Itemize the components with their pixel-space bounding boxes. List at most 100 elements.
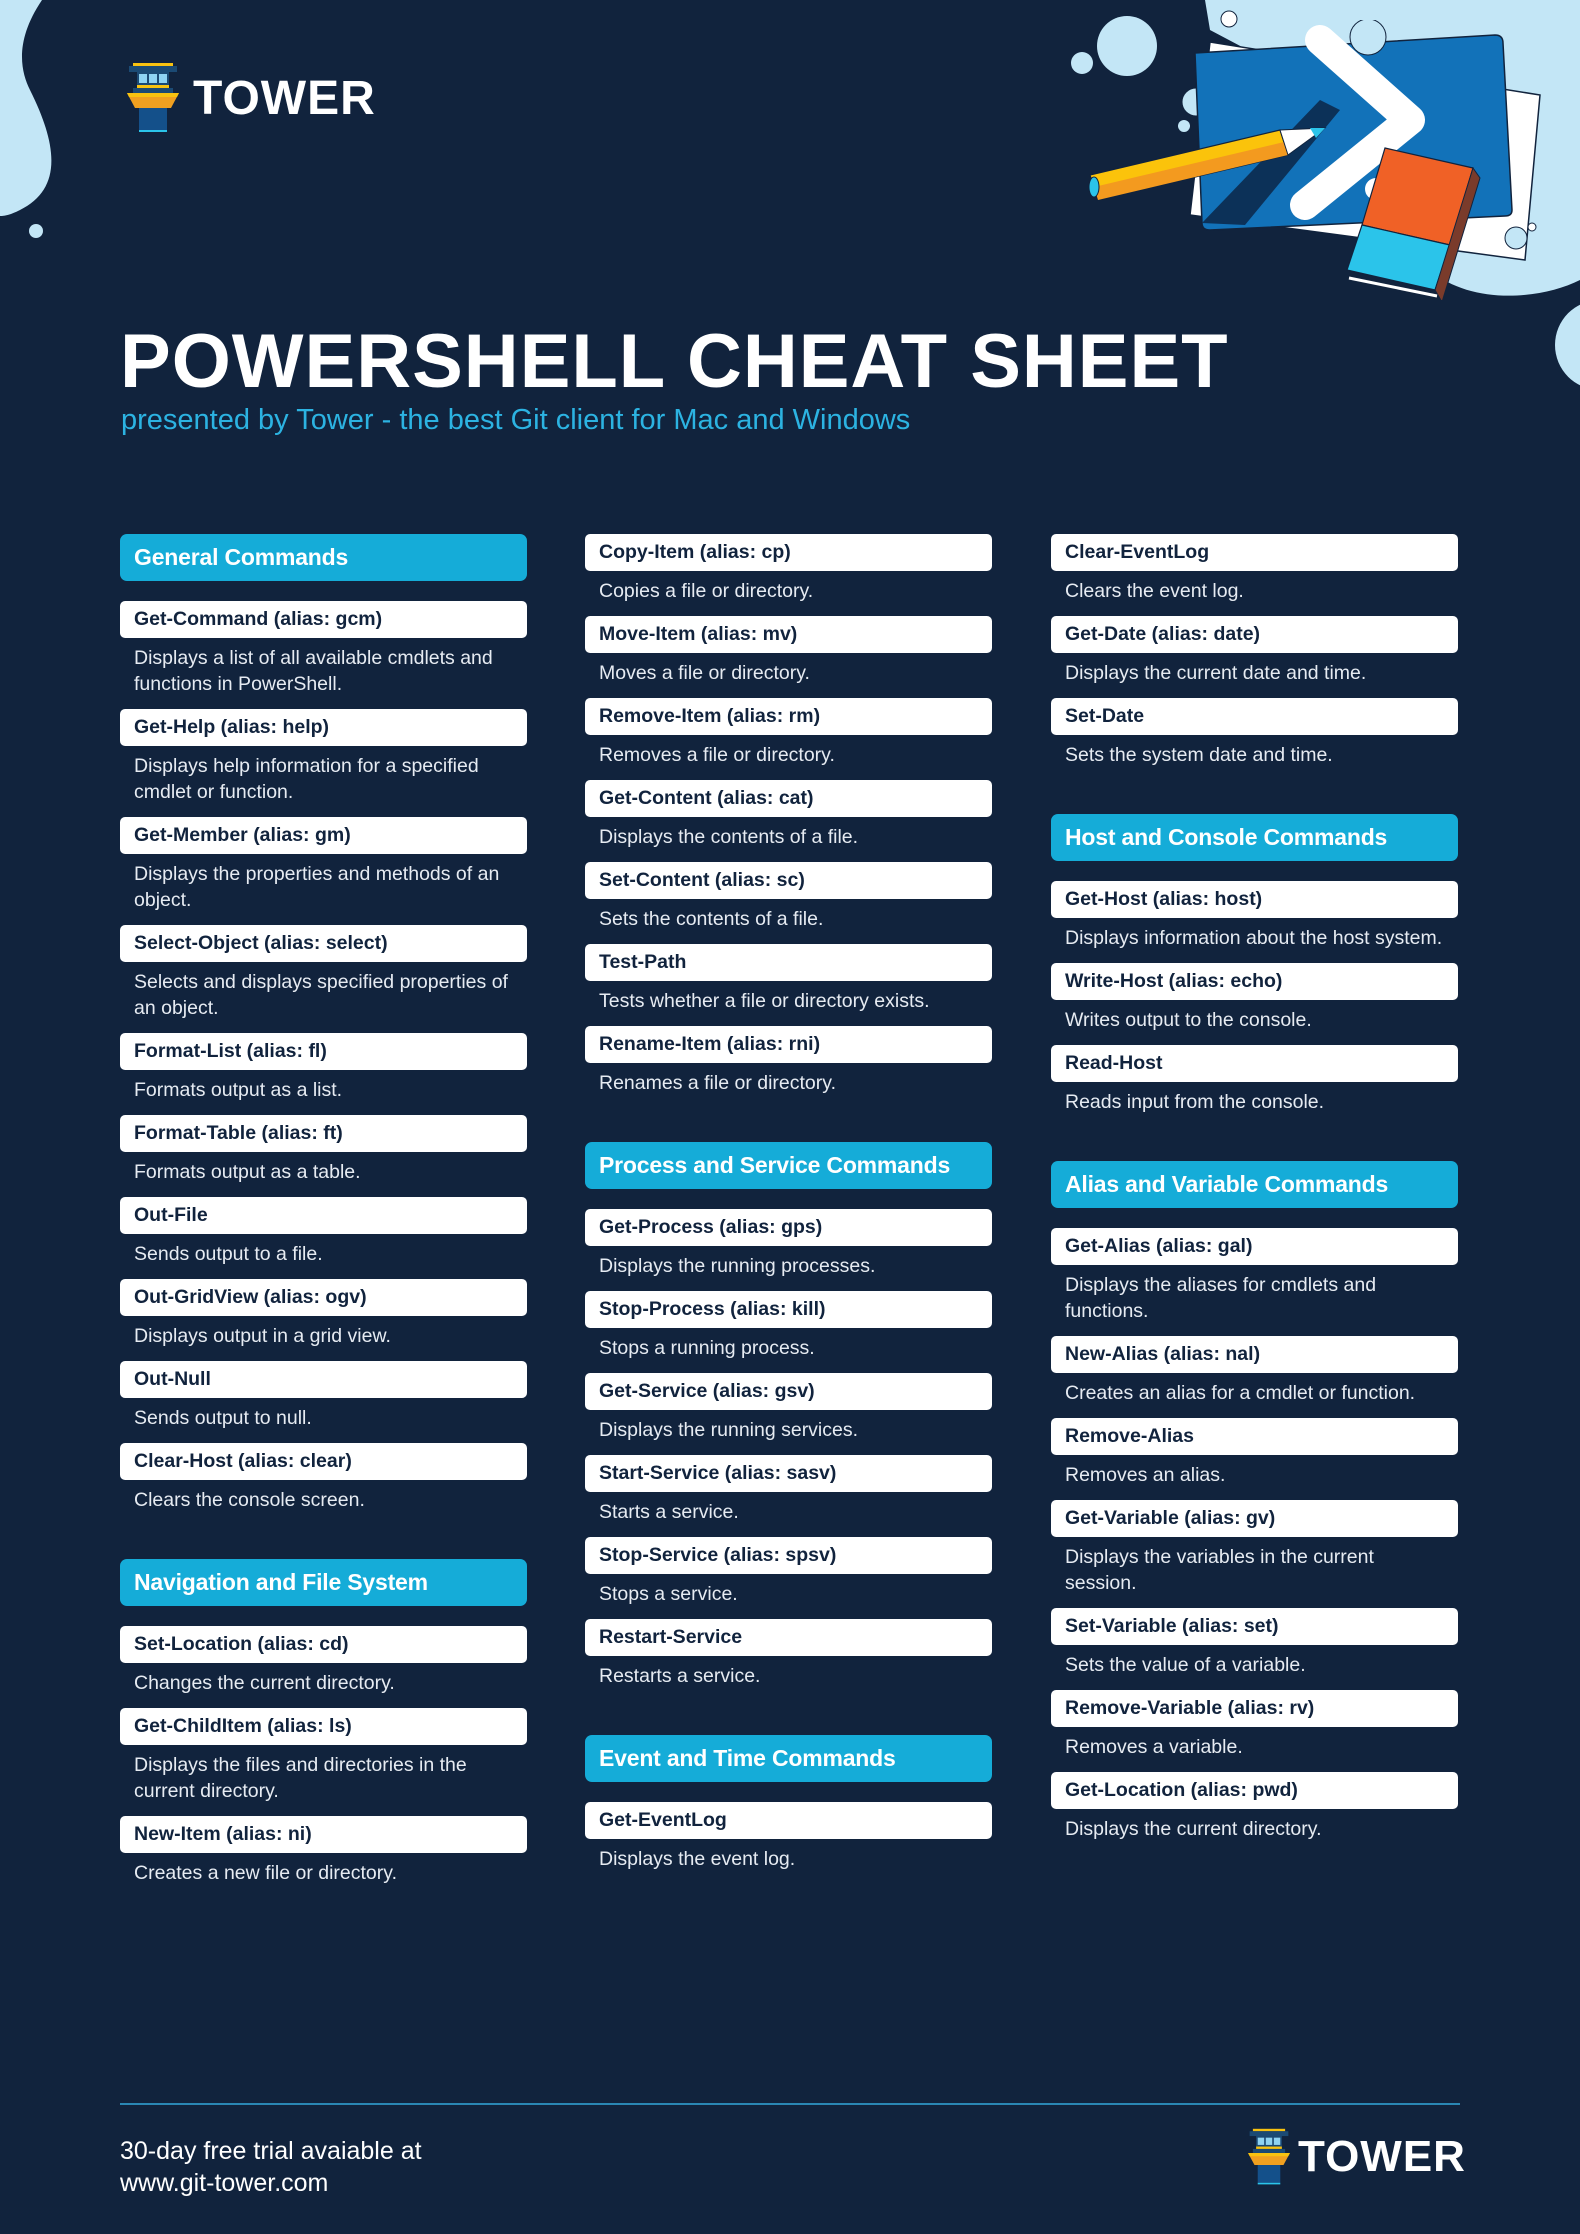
- command-name: Out-GridView (alias: ogv): [120, 1279, 527, 1316]
- command-item: Stop-Process (alias: kill) Stops a runnin…: [585, 1291, 992, 1373]
- section-host-console-commands: Host and Console Commands Get-Host (alia…: [1051, 814, 1458, 1127]
- tower-logo-footer[interactable]: TOWER: [1248, 2128, 1466, 2186]
- command-description: Displays the properties and methods of a…: [134, 863, 500, 911]
- command-name: Remove-Item (alias: rm): [585, 698, 992, 735]
- section-header: Alias and Variable Commands: [1051, 1161, 1458, 1208]
- command-item: Select-Object (alias: select) Selects and…: [120, 925, 527, 1033]
- footer-website-link[interactable]: www.git-tower.com: [120, 2167, 422, 2199]
- command-name: Get-Location (alias: pwd): [1051, 1772, 1458, 1809]
- command-item: Get-Content (alias: cat) Displays the con…: [585, 780, 992, 862]
- section-alias-variable-commands: Alias and Variable Commands Get-Alias (a…: [1051, 1161, 1458, 1854]
- command-description: Sets the value of a variable.: [1065, 1654, 1306, 1676]
- command-description: Displays the running services.: [599, 1419, 859, 1441]
- command-description: Sends output to null.: [134, 1407, 312, 1429]
- command-item: Remove-Variable (alias: rv) Removes a var…: [1051, 1690, 1458, 1772]
- command-item: Format-Table (alias: ft) Formats output a…: [120, 1115, 527, 1197]
- command-name: Get-Member (alias: gm): [120, 817, 527, 854]
- column-2: Copy-Item (alias: cp) Copies a file or di…: [585, 534, 992, 1918]
- command-item: Set-Content (alias: sc) Sets the contents…: [585, 862, 992, 944]
- command-description: Starts a service.: [599, 1501, 739, 1523]
- command-item: Get-Service (alias: gsv) Displays the run…: [585, 1373, 992, 1455]
- command-item: Out-File Sends output to a file.: [120, 1197, 527, 1279]
- command-description: Displays information about the host syst…: [1065, 927, 1443, 949]
- command-name: Move-Item (alias: mv): [585, 616, 992, 653]
- command-item: Get-Location (alias: pwd) Displays the cu…: [1051, 1772, 1458, 1854]
- command-description: Formats output as a table.: [134, 1161, 361, 1183]
- section-header: Event and Time Commands: [585, 1735, 992, 1782]
- command-item: Get-ChildItem (alias: ls) Displays the fi…: [120, 1708, 527, 1816]
- command-description: Reads input from the console.: [1065, 1091, 1325, 1113]
- command-description: Displays the aliases for cmdlets and fun…: [1065, 1274, 1377, 1322]
- right-edge-circle-shape: [1555, 304, 1580, 386]
- command-description: Changes the current directory.: [134, 1672, 395, 1694]
- command-description: Removes a file or directory.: [599, 744, 835, 766]
- command-name: Get-Content (alias: cat): [585, 780, 992, 817]
- command-description: Creates an alias for a cmdlet or functio…: [1065, 1382, 1416, 1404]
- command-item: Write-Host (alias: echo) Writes output to…: [1051, 963, 1458, 1045]
- command-description: Displays the running processes.: [599, 1255, 876, 1277]
- command-name: Start-Service (alias: sasv): [585, 1455, 992, 1492]
- command-description: Moves a file or directory.: [599, 662, 810, 684]
- command-name: Select-Object (alias: select): [120, 925, 527, 962]
- footer-trial-line: 30-day free trial avaiable at: [120, 2137, 422, 2165]
- command-description: Removes an alias.: [1065, 1464, 1226, 1486]
- command-name: Restart-Service: [585, 1619, 992, 1656]
- command-name: New-Alias (alias: nal): [1051, 1336, 1458, 1373]
- command-name: Get-Command (alias: gcm): [120, 601, 527, 638]
- page-subtitle: presented by Tower - the best Git client…: [121, 404, 911, 436]
- command-item: Out-GridView (alias: ogv) Displays output…: [120, 1279, 527, 1361]
- command-name: Remove-Alias: [1051, 1418, 1458, 1455]
- section-process-service-commands: Process and Service Commands Get-Process…: [585, 1142, 992, 1701]
- command-name: Stop-Process (alias: kill): [585, 1291, 992, 1328]
- command-name: Get-EventLog: [585, 1802, 992, 1839]
- command-item: Get-Alias (alias: gal) Displays the alias…: [1051, 1228, 1458, 1336]
- command-item: Copy-Item (alias: cp) Copies a file or di…: [585, 534, 992, 616]
- command-item: Move-Item (alias: mv) Moves a file or dir…: [585, 616, 992, 698]
- command-description: Creates a new file or directory.: [134, 1862, 397, 1884]
- section-event-time-commands: Event and Time Commands Get-EventLog Disp…: [585, 1735, 992, 1884]
- command-item: Set-Location (alias: cd) Changes the curr…: [120, 1626, 527, 1708]
- section-navigation-file-system: Navigation and File System Set-Location …: [120, 1559, 527, 1898]
- command-item: Set-Variable (alias: set) Sets the value …: [1051, 1608, 1458, 1690]
- command-item: Get-Variable (alias: gv) Displays the var…: [1051, 1500, 1458, 1608]
- command-item: Get-EventLog Displays the event log.: [585, 1802, 992, 1884]
- command-item: Out-Null Sends output to null.: [120, 1361, 527, 1443]
- command-name: Read-Host: [1051, 1045, 1458, 1082]
- command-name: Clear-EventLog: [1051, 534, 1458, 571]
- command-name: Format-Table (alias: ft): [120, 1115, 527, 1152]
- tower-wordmark: TOWER: [193, 71, 376, 125]
- tower-logo[interactable]: TOWER: [127, 62, 376, 134]
- command-name: Write-Host (alias: echo): [1051, 963, 1458, 1000]
- command-description: Displays the contents of a file.: [599, 826, 859, 848]
- command-description: Selects and displays specified propertie…: [134, 971, 508, 1019]
- command-description: Sets the contents of a file.: [599, 908, 824, 930]
- command-name: Get-Help (alias: help): [120, 709, 527, 746]
- command-description: Displays a list of all available cmdlets…: [134, 647, 493, 695]
- command-name: Get-Date (alias: date): [1051, 616, 1458, 653]
- command-description: Copies a file or directory.: [599, 580, 814, 602]
- command-name: Get-Variable (alias: gv): [1051, 1500, 1458, 1537]
- command-item: New-Item (alias: ni) Creates a new file o…: [120, 1816, 527, 1898]
- tower-wordmark: TOWER: [1298, 2132, 1466, 2181]
- section-header: Host and Console Commands: [1051, 814, 1458, 861]
- command-name: Clear-Host (alias: clear): [120, 1443, 527, 1480]
- command-name: Set-Date: [1051, 698, 1458, 735]
- command-name: New-Item (alias: ni): [120, 1816, 527, 1853]
- command-name: Copy-Item (alias: cp): [585, 534, 992, 571]
- section-header: Navigation and File System: [120, 1559, 527, 1606]
- command-item: New-Alias (alias: nal) Creates an alias f…: [1051, 1336, 1458, 1418]
- command-description: Sends output to a file.: [134, 1243, 323, 1265]
- command-name: Set-Location (alias: cd): [120, 1626, 527, 1663]
- command-item: Rename-Item (alias: rni) Renames a file o…: [585, 1026, 992, 1108]
- command-item: Remove-Alias Removes an alias.: [1051, 1418, 1458, 1500]
- command-item: Clear-EventLog Clears the event log.: [1051, 534, 1458, 616]
- section-event-time-commands-continued: Clear-EventLog Clears the event log. Get-…: [1051, 534, 1458, 780]
- command-description: Formats output as a list.: [134, 1079, 343, 1101]
- command-description: Clears the console screen.: [134, 1489, 365, 1511]
- section-header: Process and Service Commands: [585, 1142, 992, 1189]
- command-item: Get-Host (alias: host) Displays informati…: [1051, 881, 1458, 963]
- left-blob-shape: [0, 0, 52, 216]
- command-item: Get-Help (alias: help) Displays help info…: [120, 709, 527, 817]
- command-name: Test-Path: [585, 944, 992, 981]
- command-description: Writes output to the console.: [1065, 1009, 1312, 1031]
